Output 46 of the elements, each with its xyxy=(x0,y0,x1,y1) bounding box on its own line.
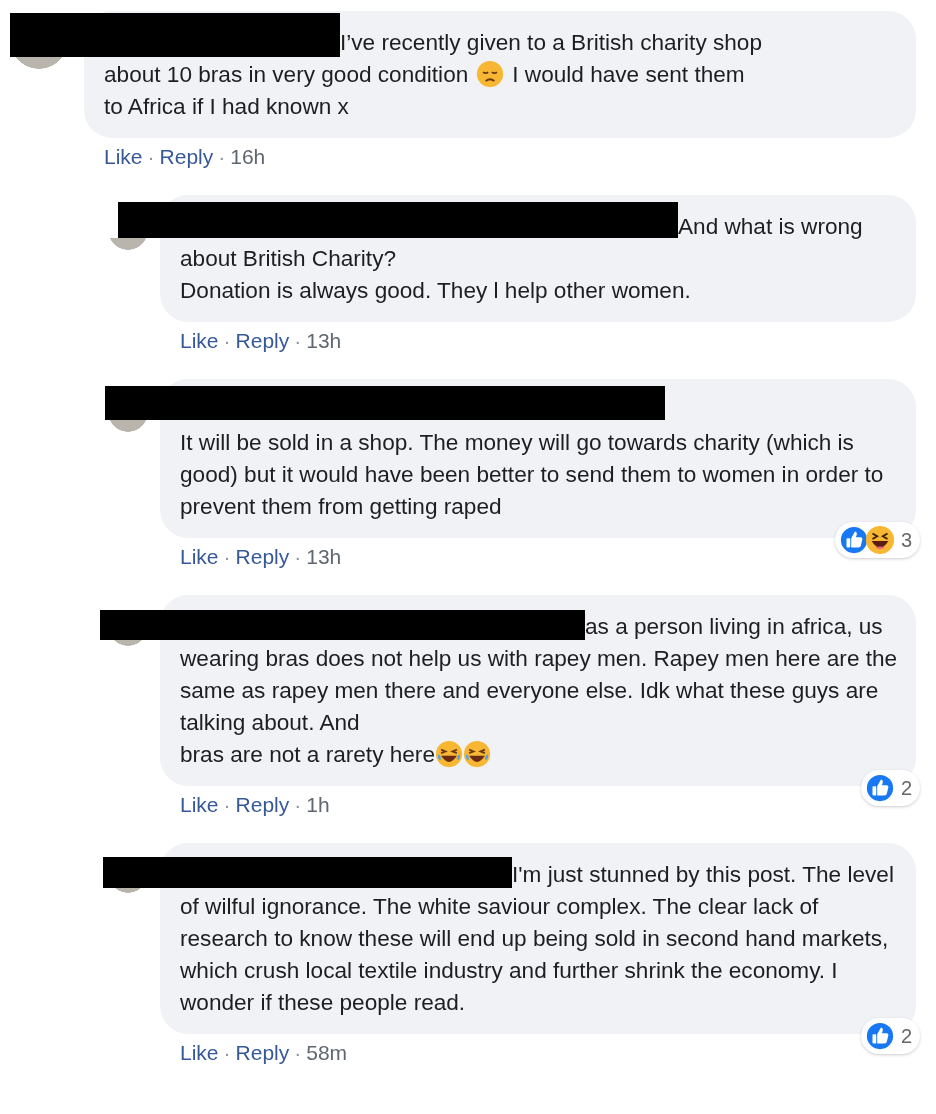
reply-link[interactable]: Reply xyxy=(235,1040,290,1066)
separator-dot: · xyxy=(218,144,226,170)
separator-dot: · xyxy=(294,1040,302,1066)
reply-link[interactable]: Reply xyxy=(159,144,214,170)
sad-face-icon xyxy=(476,60,505,88)
comment-text: I would have sent them xyxy=(512,62,745,87)
reply-link[interactable]: Reply xyxy=(235,792,290,818)
laughing-face-icon xyxy=(434,740,463,768)
timestamp[interactable]: 13h xyxy=(306,544,342,570)
timestamp[interactable]: 58m xyxy=(306,1040,348,1066)
separator-dot: · xyxy=(223,328,231,354)
comment-text: about 10 bras in very good condition xyxy=(104,62,469,87)
laughing-face-icon xyxy=(462,740,491,768)
reply-link[interactable]: Reply xyxy=(235,328,290,354)
comment-text: I'm just stunned by this post. The level of wilful ignorance. The white saviour complex. The clear lack of research to know these will end up being sold in second hand markets, which crush local textile industry and further shrink the economy. I wonder if these people read. xyxy=(180,862,895,1015)
like-link[interactable]: Like xyxy=(180,544,219,570)
like-link[interactable]: Like xyxy=(104,144,143,170)
separator-dot: · xyxy=(294,792,302,818)
reply-link[interactable]: Reply xyxy=(235,544,290,570)
thumbs-up-icon xyxy=(838,525,869,555)
timestamp[interactable]: 1h xyxy=(306,792,330,818)
comment-text: to Africa if I had known x xyxy=(104,94,349,119)
separator-dot: · xyxy=(223,792,231,818)
reaction-badge[interactable]: 2 xyxy=(860,770,920,806)
separator-dot: · xyxy=(147,144,155,170)
laughing-face-icon xyxy=(864,525,895,555)
timestamp[interactable]: 13h xyxy=(306,328,342,354)
comment-text: It will be sold in a shop. The money will go towards charity (which is good) but it would have been better to send them to women in order to prevent them from getting raped xyxy=(180,430,885,519)
reaction-count: 3 xyxy=(900,528,912,552)
reaction-badge[interactable]: 2 xyxy=(860,1018,920,1054)
separator-dot: · xyxy=(294,328,302,354)
like-link[interactable]: Like xyxy=(180,328,219,354)
separator-dot: · xyxy=(223,1040,231,1066)
like-link[interactable]: Like xyxy=(180,1040,219,1066)
timestamp[interactable]: 16h xyxy=(230,144,266,170)
reaction-badge[interactable]: 3 xyxy=(834,522,920,558)
separator-dot: · xyxy=(223,544,231,570)
thumbs-up-icon xyxy=(864,773,895,803)
separator-dot: · xyxy=(294,544,302,570)
reaction-count: 2 xyxy=(900,776,912,800)
comment-text: And what is wrong about British Charity? Donation is always good. They l help other women. xyxy=(180,214,864,303)
comment-text: bras are not a rarety here xyxy=(180,742,435,767)
like-link[interactable]: Like xyxy=(180,792,219,818)
reaction-count: 2 xyxy=(900,1024,912,1048)
comment-text: I’ve recently given to a British charity shop xyxy=(340,30,762,55)
thumbs-up-icon xyxy=(864,1021,895,1051)
